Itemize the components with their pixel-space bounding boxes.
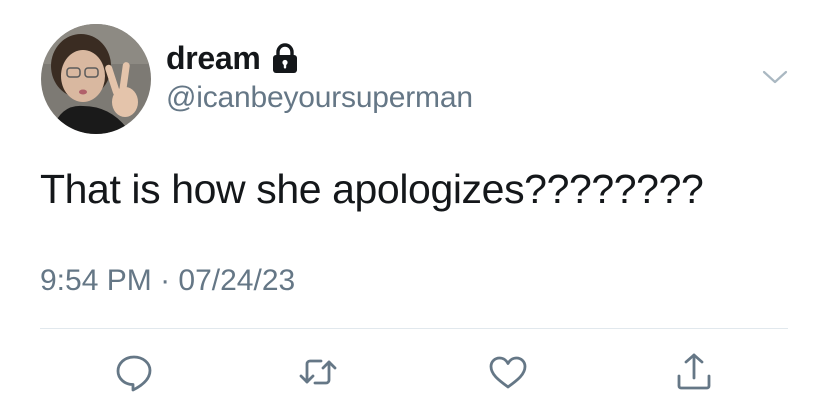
display-name-text: dream [166,39,261,76]
timestamp-separator: · [151,264,179,297]
profile-photo [41,24,151,134]
reply-button[interactable] [112,350,156,394]
tweet-date: 07/24/23 [178,264,296,297]
divider [40,328,788,329]
share-icon [677,353,711,390]
heart-icon [489,356,527,389]
tweet-timestamp[interactable]: 9:54 PM · 07/24/23 [40,264,295,298]
share-button[interactable] [672,350,716,394]
user-handle[interactable]: @icanbeyoursuperman [166,81,473,115]
retweet-button[interactable] [296,350,340,394]
reply-icon [116,355,152,392]
like-button[interactable] [486,350,530,394]
avatar[interactable] [41,24,151,134]
tweet-text: That is how she apologizes???????? [40,166,704,212]
display-name[interactable]: dream [166,38,299,78]
chevron-down-icon[interactable] [760,66,790,88]
tweet-time: 9:54 PM [40,264,152,297]
retweet-icon [299,359,337,385]
lock-icon [271,42,299,74]
